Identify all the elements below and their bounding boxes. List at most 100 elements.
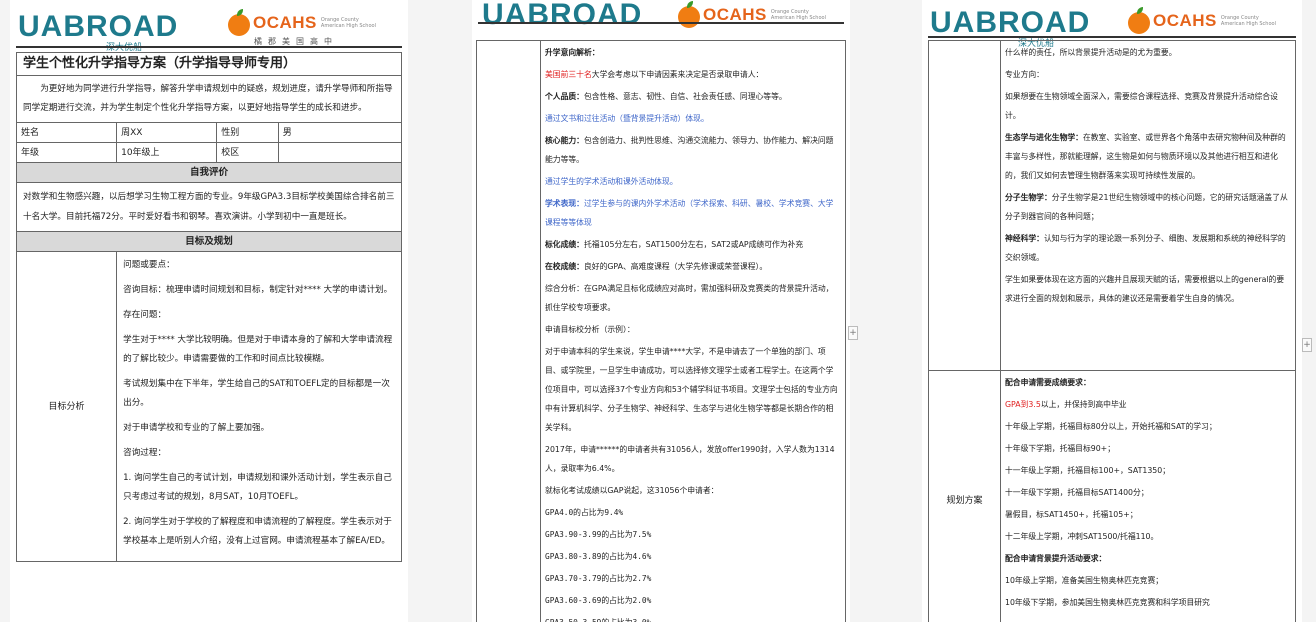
content-line: 十一年级下学期，托福目标SAT1400分； (1005, 483, 1291, 502)
line-text: 十年级上学期，托福目标80分以上，开始托福和SAT的学习； (1005, 422, 1217, 431)
section-self-eval: 自我评价 (16, 162, 402, 183)
line-prefix: 学术表现： (545, 199, 584, 208)
content-line: 配合申请背景提升活动要求： (1005, 549, 1291, 568)
line-text: 十年级下学期，托福目标90+； (1005, 444, 1116, 453)
document-title: 学生个性化升学指导方案（升学指导导师专用） (16, 52, 402, 76)
line-text: GPA3.50-3.59的占比为3.0% (545, 618, 651, 622)
page-header: UABROAD 深大优船 OCAHS Orange County America… (10, 0, 408, 52)
line-text: 专业方向： (1005, 70, 1044, 79)
value-gender: 男 (277, 122, 403, 143)
page-header: UABROAD 深大优船 OCAHS Orange County America… (922, 0, 1302, 48)
content-line: 综合分析：在GPA满足且标化成绩应对高时，需加强科研及竞赛类的背景提升活动，抓住… (545, 279, 841, 317)
line-prefix: 个人品质： (545, 92, 584, 101)
content-line: 10年级上学期，准备美国生物奥林匹克竞赛； (1005, 571, 1291, 590)
content-line: GPA4.0的占比为9.4% (545, 503, 841, 522)
line-text: 十一年级上学期，托福目标100+，SAT1350； (1005, 466, 1170, 475)
content-line: GPA3.50-3.59的占比为3.0% (545, 613, 841, 622)
value-name: 周XX (116, 122, 218, 143)
content-line: 学术表现：过学生参与的课内外学术活动（学术探索、科研、暑校、学术竞赛、大学课程等… (545, 194, 841, 232)
line-text: GPA4.0的占比为9.4% (545, 508, 624, 517)
label-gender: 性别 (216, 122, 279, 143)
ocahs-logo: OCAHS Orange County American High School (678, 1, 831, 28)
orange-icon (228, 9, 250, 36)
line-text: 暑假目，标SAT1450+，托福105+； (1005, 510, 1138, 519)
content-line: 暑假目，标SAT1450+，托福105+； (1005, 505, 1291, 524)
goal-line: 2. 询问学生对于学校的了解程度和申请流程的了解程度。学生表示对于学校基本上是听… (123, 517, 392, 546)
content-line: 分子生物学：分子生物学是21世纪生物领域中的核心问题，它的研究话题涵盖了从分子到… (1005, 188, 1291, 226)
content-line: 通过文书和过往活动（暨背景提升活动）体现。 (545, 109, 841, 128)
expand-handle[interactable]: + (848, 326, 858, 340)
content-line: 2017年，申请******的申请者共有31056人，发放offer1990封，… (545, 440, 841, 478)
content-line: 生态学与进化生物学：在教室、实验室、或世界各个角落中去研究物种间及种群的丰富与多… (1005, 128, 1291, 185)
line-text: 如果想要在生物领域全面深入，需要综合课程选择、竞赛及背景提升活动综合设计。 (1005, 92, 1278, 120)
header-rule (478, 22, 844, 24)
line-text: 包含创造力、批判性思维、沟通交流能力、领导力、协作能力、解决问题能力等等。 (545, 136, 834, 164)
line-text: 对于申请本科的学生来说，学生申请****大学，不是申请去了一个单独的部门、项目、… (545, 347, 838, 432)
document-page-3: UABROAD 深大优船 OCAHS Orange County America… (922, 0, 1302, 622)
goal-line: 对于申请学校和专业的了解上要加强。 (123, 423, 270, 433)
content-line: 升学意向解析： (545, 43, 841, 62)
line-text: 2017年，申请******的申请者共有31056人，发放offer1990封，… (545, 445, 835, 473)
content-line: 就标化考试成绩以GAP说起，这31056个申请者： (545, 481, 841, 500)
info-row-2: 年级 10年级上 校区 (15, 142, 403, 163)
content-line: 个人品质：包含性格、意志、韧性、自信、社会责任感、同理心等等。 (545, 87, 841, 106)
header-rule (928, 36, 1296, 38)
content-line: 申请目标校分析（示例）： (545, 320, 841, 339)
analysis-content: 升学意向解析： 美国前三十名大学会考虑以下申请因素来决定是否录取申请人： 个人品质：… (540, 40, 846, 622)
content-line: 什么样的责任，所以背景提升活动是的尤为重要。 (1005, 43, 1291, 62)
line-prefix: 在校成绩： (545, 262, 584, 271)
content-line: 十二年级上学期，冲刺SAT1500/托福110。 (1005, 527, 1291, 546)
plan-detail-table: 什么样的责任，所以背景提升活动是的尤为重要。 专业方向： 如果想要在生物领域全面深入… (928, 40, 1296, 622)
line-text: 学生如果要体现在这方面的兴趣并且展现天赋的话，需要根据以上的general的要求… (1005, 275, 1285, 303)
line-text: 过学生参与的课内外学术活动（学术探索、科研、暑校、学术竞赛、大学课程等等体现 (545, 199, 834, 227)
document-page-2: UABROAD OCAHS Orange County American Hig… (472, 0, 850, 622)
line-text: 托福105分左右，SAT1500分左右，SAT2或AP成绩可作为补充 (583, 240, 804, 249)
line-text: 综合分析：在GPA满足且标化成绩应对高时，需加强科研及竞赛类的背景提升活动，抓住… (545, 284, 834, 312)
line-prefix: 标化成绩： (545, 240, 584, 249)
line-text: 包含性格、意志、韧性、自信、社会责任感、同理心等等。 (583, 92, 787, 101)
intro-paragraph: 为更好地为同学进行升学指导，解答升学申请规划中的疑惑，规划进度，请升学导师和所指… (16, 75, 402, 123)
line-text: 什么样的责任，所以背景提升活动是的尤为重要。 (1005, 48, 1177, 57)
content-line: 在校成绩：良好的GPA、高难度课程（大学先修课或荣誉课程）。 (545, 257, 841, 276)
line-text: 配合申请需要成绩要求： (1005, 378, 1091, 387)
line-text: GPA3.80-3.89的占比为4.6% (545, 552, 652, 561)
section-goals: 目标及规划 (16, 231, 402, 252)
goal-line: 学生对于**** 大学比较明确。但是对于申请本身的了解和大学申请流程的了解比较少… (123, 335, 393, 364)
empty-label-cell (928, 40, 1001, 371)
uabroad-logo: UABROAD (482, 0, 643, 31)
value-campus (277, 142, 403, 163)
line-text: 10年级上学期，准备美国生物奥林匹克竞赛； (1005, 576, 1164, 585)
line-text: 升学意向解析： (545, 48, 600, 57)
content-line: 学生如果要体现在这方面的兴趣并且展现天赋的话，需要根据以上的general的要求… (1005, 270, 1291, 308)
content-line: 10年级下学期，参加美国生物奥林匹克竞赛和科学项目研究 (1005, 593, 1291, 612)
line-prefix: 分子生物学： (1005, 193, 1052, 202)
goal-line: 问题或要点： (123, 260, 175, 270)
plan-content: 配合申请需要成绩要求： GPA到3.5以上，并保持到高中毕业十年级上学期，托福目标… (1000, 370, 1296, 622)
content-line: 对于申请本科的学生来说，学生申请****大学，不是申请去了一个单独的部门、项目、… (545, 342, 841, 437)
line-prefix: 美国前三十名 (545, 70, 592, 79)
label-campus: 校区 (216, 142, 279, 163)
content-line: GPA到3.5以上，并保持到高中毕业 (1005, 395, 1291, 414)
content-line: 专业方向： (1005, 65, 1291, 84)
content-line: GPA3.70-3.79的占比为2.7% (545, 569, 841, 588)
line-text: 认知与行为学的理论跟一系列分子、细胞、发展期和系统的神经科学的交织领域。 (1005, 234, 1286, 262)
uabroad-logo: UABROAD 深大优船 (930, 6, 1091, 48)
goal-line: 1. 询问学生自己的考试计划，申请规划和课外活动计划，学生表示自己只考虑过考试的… (123, 473, 392, 502)
goal-line: 考试规划集中在下半年，学生给自己的SAT和TOEFL定的目标都是一次出分。 (123, 379, 390, 408)
content-line: 十年级上学期，托福目标80分以上，开始托福和SAT的学习； (1005, 417, 1291, 436)
ocahs-logo: OCAHS Orange County American High School (228, 9, 381, 36)
line-text: 以上，并保持到高中毕业 (1040, 400, 1127, 409)
content-line: GPA3.90-3.99的占比为7.5% (545, 525, 841, 544)
expand-handle[interactable]: + (1302, 338, 1312, 352)
content-line: 核心能力：包含创造力、批判性思维、沟通交流能力、领导力、协作能力、解决问题能力等… (545, 131, 841, 169)
line-prefix: GPA到3.5 (1005, 400, 1041, 409)
line-text: 十一年级下学期，托福目标SAT1400分； (1005, 488, 1149, 497)
empty-label-cell (476, 40, 541, 622)
plan-table: 学生个性化升学指导方案（升学指导导师专用） 为更好地为同学进行升学指导，解答升学… (15, 52, 403, 562)
line-text: 通过学生的学术活动和课外活动体现。 (545, 177, 678, 186)
content-line: 神经科学：认知与行为学的理论跟一系列分子、细胞、发展期和系统的神经科学的交织领域… (1005, 229, 1291, 267)
content-line: 配合申请需要成绩要求： (1005, 373, 1291, 392)
document-page-1: UABROAD 深大优船 OCAHS Orange County America… (10, 0, 408, 622)
content-line: 通过学生的学术活动和课外活动体现。 (545, 172, 841, 191)
line-text: GPA3.60-3.69的占比为2.0% (545, 596, 652, 605)
